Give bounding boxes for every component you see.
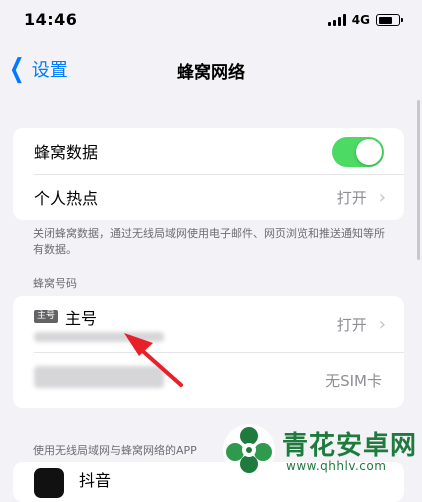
watermark-logo-icon [223, 424, 275, 476]
watermark-name: 青花安卓网 [282, 431, 418, 461]
annotation-arrow [124, 333, 183, 387]
watermark-url: www.qhhlv.com [286, 459, 387, 473]
watermark: 青花安卓网 www.qhhlv.com [222, 421, 422, 479]
